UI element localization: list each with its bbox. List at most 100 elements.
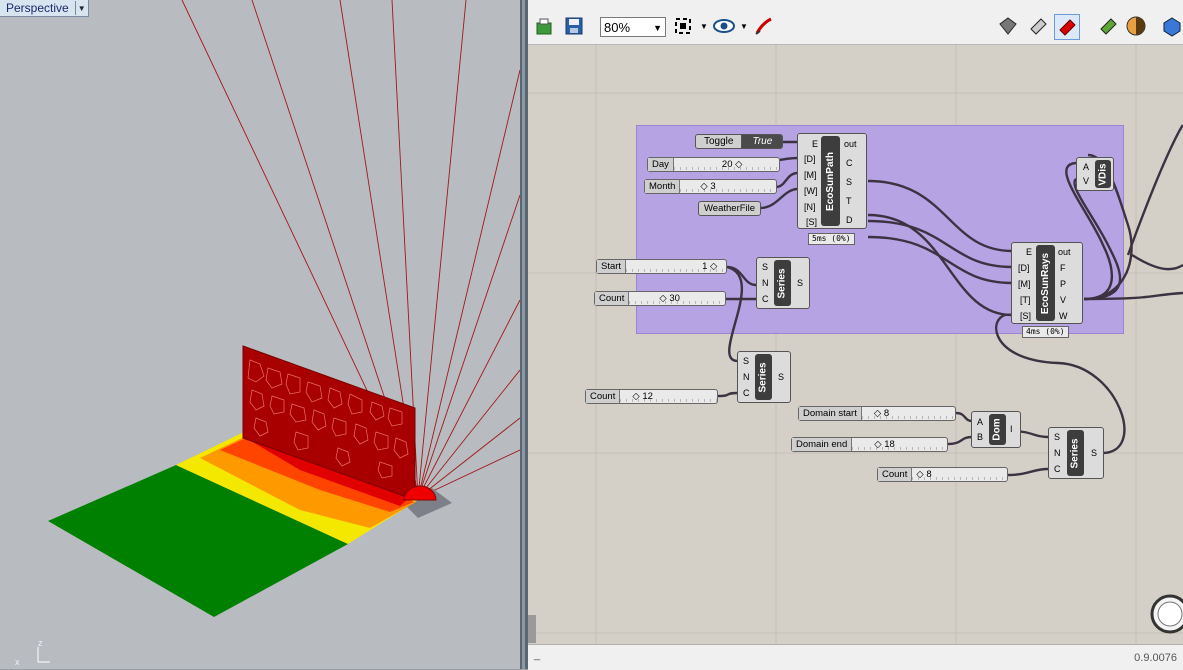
- input-port[interactable]: S: [1054, 432, 1060, 442]
- count-slider-3[interactable]: Count ◇ 8: [877, 467, 1008, 482]
- component-name: Dom: [992, 418, 1004, 441]
- series-component-1[interactable]: Series S N C S: [756, 257, 810, 309]
- input-port[interactable]: [D]: [1018, 263, 1030, 273]
- component-name: Series: [1070, 437, 1081, 469]
- rhino-perspective-viewport[interactable]: Perspective ▼ z x: [0, 0, 520, 669]
- preview-eye-icon[interactable]: [712, 14, 736, 38]
- slider-label: Count: [586, 390, 621, 403]
- month-slider[interactable]: Month ◇ 3: [644, 179, 777, 194]
- input-port[interactable]: [S]: [1020, 311, 1031, 321]
- input-port[interactable]: C: [1054, 464, 1061, 474]
- weatherfile-param[interactable]: WeatherFile: [698, 201, 762, 216]
- output-port[interactable]: F: [1060, 263, 1066, 273]
- status-left: _: [534, 649, 541, 661]
- input-port[interactable]: [W]: [804, 186, 818, 196]
- ecosunpath-component[interactable]: EcoSunPath E [D] [M] [W] [N] [S] out C S…: [797, 133, 867, 229]
- output-port[interactable]: out: [844, 139, 857, 149]
- ecosunrays-component[interactable]: EcoSunRays E [D] [M] [T] [S] out F P V W: [1011, 242, 1083, 324]
- input-port[interactable]: [N]: [804, 202, 816, 212]
- component-name: VDis: [1097, 162, 1109, 186]
- input-port[interactable]: [M]: [1018, 279, 1031, 289]
- input-port[interactable]: S: [743, 356, 749, 366]
- open-file-icon[interactable]: [532, 14, 556, 38]
- input-port[interactable]: [M]: [804, 170, 817, 180]
- timing-badge: 5ms (0%): [808, 233, 855, 245]
- output-port[interactable]: T: [846, 196, 852, 206]
- input-port[interactable]: S: [762, 262, 768, 272]
- output-port[interactable]: V: [1060, 295, 1066, 305]
- save-icon[interactable]: [562, 14, 586, 38]
- output-port[interactable]: out: [1058, 247, 1071, 257]
- wire-display-icon[interactable]: [996, 14, 1020, 38]
- construct-domain-component[interactable]: Dom A B I: [971, 411, 1021, 448]
- input-port[interactable]: C: [743, 388, 750, 398]
- viewport-scene: [37, 0, 520, 663]
- start-slider[interactable]: Start 1 ◇: [596, 259, 727, 274]
- material-icon[interactable]: [1124, 14, 1148, 38]
- series-component-3[interactable]: Series S N C S: [1048, 427, 1104, 479]
- sketch-icon[interactable]: [752, 14, 776, 38]
- component-name: EcoSunRays: [1040, 252, 1052, 314]
- bake-icon[interactable]: [1096, 14, 1120, 38]
- count-slider-2[interactable]: Count ◇ 12: [585, 389, 718, 404]
- vdis-component[interactable]: VDis A V: [1076, 157, 1114, 191]
- shaded-display-icon[interactable]: [1026, 14, 1050, 38]
- output-port[interactable]: S: [1091, 448, 1097, 458]
- input-port[interactable]: E: [812, 139, 818, 149]
- output-port[interactable]: D: [846, 215, 853, 225]
- input-port[interactable]: E: [1026, 247, 1032, 257]
- input-port[interactable]: C: [762, 294, 769, 304]
- chevron-down-icon[interactable]: ▼: [700, 22, 708, 31]
- output-port[interactable]: C: [846, 158, 853, 168]
- toggle-value[interactable]: True: [742, 135, 783, 148]
- output-port[interactable]: P: [1060, 279, 1066, 289]
- input-port[interactable]: A: [1083, 162, 1089, 172]
- zoom-value: 80%: [604, 20, 631, 35]
- slider-label: Month: [645, 180, 681, 193]
- domain-start-slider[interactable]: Domain start ◇ 8: [798, 406, 956, 421]
- output-port[interactable]: S: [797, 278, 803, 288]
- slider-label: Count: [878, 468, 913, 481]
- navigation-wheel-icon[interactable]: [1146, 590, 1183, 636]
- timing-badge: 4ms (0%): [1022, 326, 1069, 338]
- selected-display-icon[interactable]: [1054, 14, 1080, 40]
- slider-value: 30: [669, 293, 680, 304]
- day-slider[interactable]: Day 20 ◇: [647, 157, 780, 172]
- input-port[interactable]: [S]: [806, 217, 817, 227]
- axis-x-label: x: [15, 657, 20, 667]
- input-port[interactable]: [T]: [1020, 295, 1031, 305]
- viewport-tab[interactable]: Perspective ▼: [0, 0, 89, 17]
- canvas-scroll-handle[interactable]: [528, 615, 536, 643]
- slider-label: Day: [648, 158, 674, 171]
- panel-splitter[interactable]: [520, 0, 528, 669]
- slider-value: 8: [883, 408, 890, 419]
- output-port[interactable]: W: [1059, 311, 1068, 321]
- viewport-title[interactable]: Perspective: [0, 1, 75, 15]
- axis-z-label: z: [38, 638, 43, 648]
- input-port[interactable]: N: [1054, 448, 1061, 458]
- count-slider-1[interactable]: Count ◇ 30: [594, 291, 726, 306]
- output-port[interactable]: S: [846, 177, 852, 187]
- input-port[interactable]: V: [1083, 176, 1089, 186]
- series-component-2[interactable]: Series S N C S: [737, 351, 791, 403]
- component-name: Series: [758, 361, 769, 393]
- grasshopper-canvas[interactable]: Toggle True Day 20 ◇ Month ◇ 3 WeatherFi…: [528, 45, 1183, 643]
- input-port[interactable]: N: [743, 372, 750, 382]
- chevron-down-icon[interactable]: ▼: [740, 22, 748, 31]
- zoom-extents-icon[interactable]: [672, 14, 696, 38]
- input-port[interactable]: A: [977, 417, 983, 427]
- version-label: 0.9.0076: [1134, 652, 1177, 664]
- domain-end-slider[interactable]: Domain end ◇ 18: [791, 437, 948, 452]
- slider-label: Count: [595, 292, 630, 305]
- input-port[interactable]: N: [762, 278, 769, 288]
- output-port[interactable]: S: [778, 372, 784, 382]
- chevron-down-icon[interactable]: ▼: [74, 1, 88, 15]
- output-port[interactable]: I: [1010, 424, 1013, 434]
- input-port[interactable]: [D]: [804, 154, 816, 164]
- sphere-icon[interactable]: [1160, 14, 1183, 38]
- zoom-dropdown[interactable]: 80% ▼: [600, 17, 666, 37]
- slider-label: Domain end: [792, 438, 853, 451]
- input-port[interactable]: B: [977, 432, 983, 442]
- slider-value: 12: [642, 391, 653, 402]
- boolean-toggle[interactable]: Toggle True: [695, 134, 784, 149]
